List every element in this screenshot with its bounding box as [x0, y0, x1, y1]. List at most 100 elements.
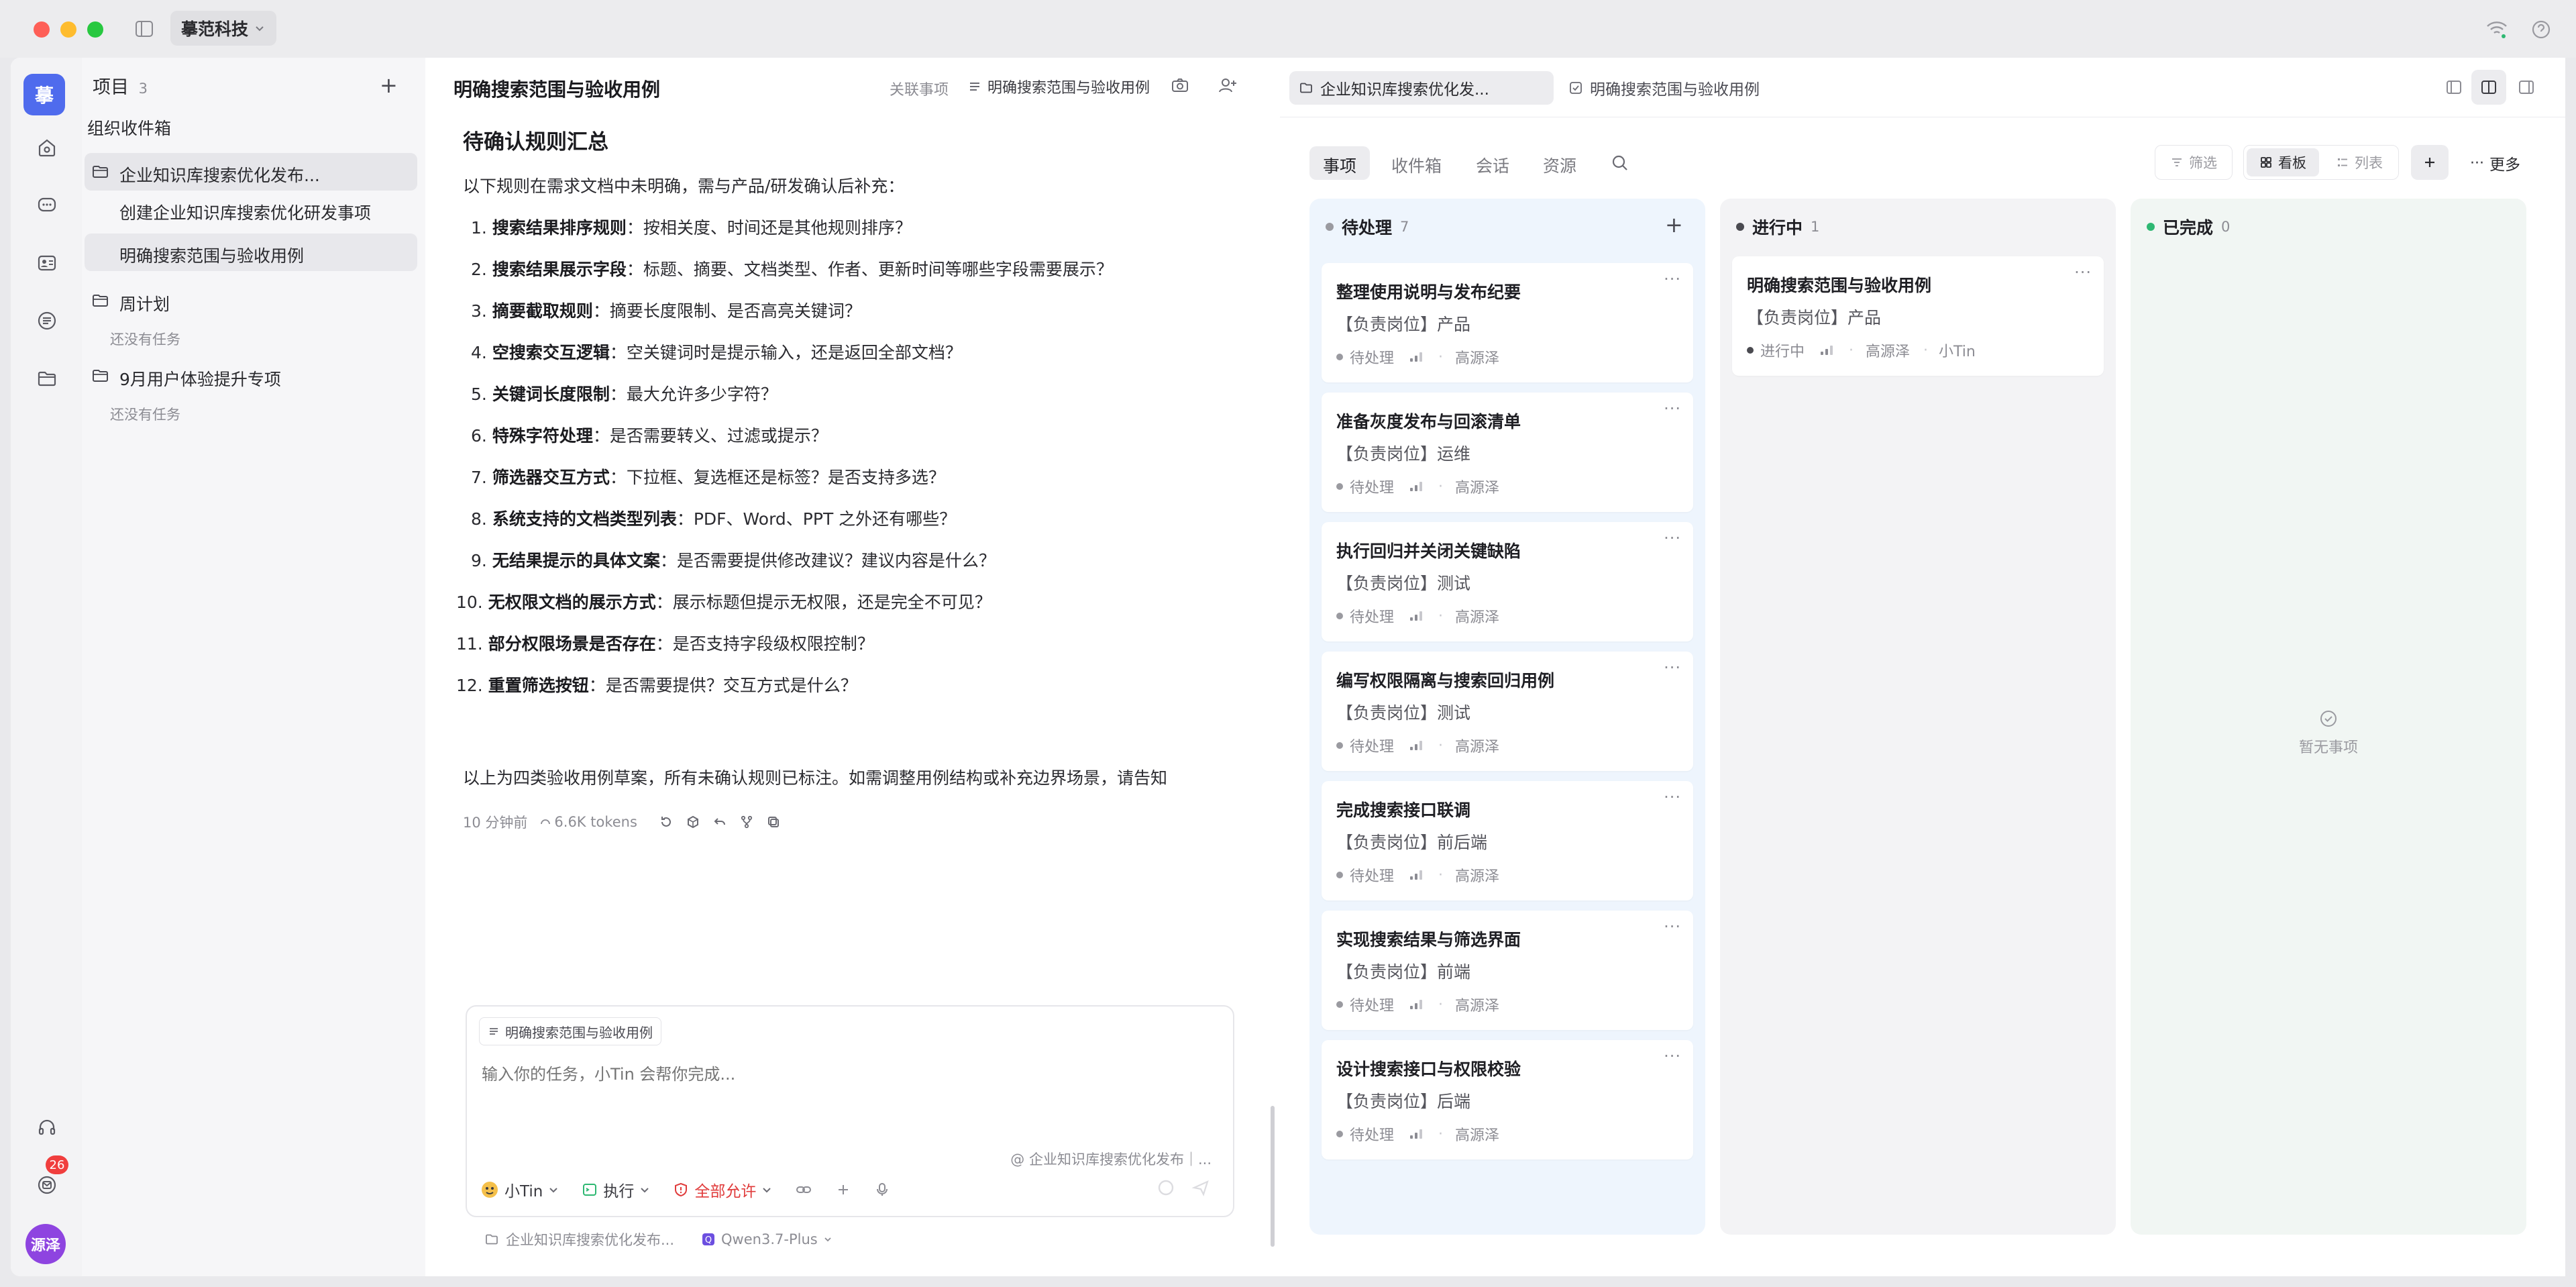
view-list-button[interactable]: 列表: [2323, 148, 2396, 176]
rule-title: 部分权限场景是否存在: [488, 634, 656, 654]
help-icon[interactable]: [2530, 19, 2552, 40]
loading-icon: [1157, 1178, 1175, 1197]
status-dot: [1336, 742, 1343, 749]
card-more-icon[interactable]: ···: [1664, 399, 1681, 418]
permission-select[interactable]: 全部允许: [673, 1178, 772, 1201]
empty-hint: 还没有任务: [110, 407, 180, 423]
task-card[interactable]: 完成搜索接口联调 【负责岗位】前后端 待处理 · 高源泽 ···: [1322, 781, 1693, 900]
maximize-window-button[interactable]: [87, 21, 103, 38]
send-icon[interactable]: [1191, 1178, 1210, 1197]
workspace-avatar[interactable]: 摹: [23, 74, 65, 115]
task-card[interactable]: 设计搜索接口与权限校验 【负责岗位】后端 待处理 · 高源泽 ···: [1322, 1040, 1693, 1160]
related-item-link[interactable]: 明确搜索范围与验收用例: [967, 75, 1150, 98]
mail-icon[interactable]: [36, 1174, 58, 1196]
card-meta: 待处理 · 高源泽: [1336, 735, 1499, 756]
microphone-icon[interactable]: [874, 1182, 890, 1198]
add-item-button[interactable]: [2411, 145, 2449, 180]
project-label[interactable]: 9月用户体验提升专项: [119, 366, 281, 391]
card-title: 编写权限隔离与搜索回归用例: [1336, 671, 1555, 690]
contacts-icon[interactable]: [36, 252, 58, 274]
task-card[interactable]: 编写权限隔离与搜索回归用例 【负责岗位】测试 待处理 · 高源泽 ···: [1322, 652, 1693, 771]
card-status: 待处理: [1350, 998, 1395, 1015]
task-card[interactable]: 执行回归并关闭关键缺陷 【负责岗位】测试 待处理 · 高源泽 ···: [1322, 522, 1693, 641]
card-more-icon[interactable]: ···: [1664, 917, 1681, 936]
doc-tab-task[interactable]: 明确搜索范围与验收用例: [1568, 71, 1760, 105]
task-input[interactable]: [480, 1060, 1221, 1088]
rule-title: 关键词长度限制: [492, 384, 610, 404]
card-role: 【负责岗位】产品: [1336, 315, 1471, 334]
rule-text: ：最大允许多少字符？: [609, 384, 777, 404]
panel-right-icon[interactable]: [2517, 78, 2536, 97]
model-selector[interactable]: Q Qwen3.7-Plus: [701, 1231, 833, 1247]
card-more-icon[interactable]: ···: [1664, 529, 1681, 548]
add-member-icon[interactable]: [1217, 75, 1238, 95]
copy-icon[interactable]: [766, 815, 781, 829]
search-icon[interactable]: [1610, 153, 1630, 173]
rule-item: 1. 搜索结果排序规则：按相关度、时间还是其他规则排序？: [471, 215, 912, 239]
more-label: 更多: [2489, 156, 2520, 174]
card-more-icon[interactable]: ···: [1664, 270, 1681, 289]
tab-inbox[interactable]: 收件箱: [1391, 153, 1442, 177]
mention-scope[interactable]: @ 企业知识库搜索优化发布｜...: [1010, 1149, 1212, 1169]
workspace-switcher[interactable]: 摹范科技: [170, 11, 277, 46]
split-view-icon: [2479, 78, 2498, 97]
task-card[interactable]: 准备灰度发布与回滚清单 【负责岗位】运维 待处理 · 高源泽 ···: [1322, 393, 1693, 512]
agent-select[interactable]: 小Tin: [480, 1178, 559, 1201]
undo-icon[interactable]: [712, 815, 727, 829]
camera-icon[interactable]: [1170, 75, 1190, 95]
plus-icon[interactable]: [835, 1182, 851, 1198]
tab-sessions[interactable]: 会话: [1476, 153, 1509, 177]
card-meta: 待处理 · 高源泽: [1336, 476, 1499, 497]
chat-scrollbar[interactable]: [1271, 1106, 1275, 1247]
card-more-icon[interactable]: ···: [1664, 788, 1681, 807]
priority-icon: [1410, 999, 1423, 1009]
message-heading: 待确认规则汇总: [463, 130, 608, 154]
mode-select[interactable]: 执行: [582, 1178, 650, 1201]
tab-resources[interactable]: 资源: [1543, 153, 1576, 177]
folder-selector[interactable]: 企业知识库搜索优化发布...: [484, 1229, 674, 1249]
card-meta: 待处理 · 高源泽: [1336, 864, 1499, 886]
card-owner: 高源泽: [1455, 480, 1500, 497]
task-card[interactable]: 实现搜索结果与筛选界面 【负责岗位】前端 待处理 · 高源泽 ···: [1322, 911, 1693, 1030]
chevron-down-icon: [761, 1184, 772, 1195]
user-avatar[interactable]: 源泽: [25, 1224, 66, 1264]
minimize-window-button[interactable]: [60, 21, 76, 38]
more-button[interactable]: ··· 更多: [2470, 152, 2520, 174]
rule-item: 12. 重置筛选按钮：是否需要提供？交互方式是什么？: [456, 672, 857, 697]
rule-item: 2. 搜索结果展示字段：标题、摘要、文档类型、作者、更新时间等哪些字段需要展示？: [471, 256, 1113, 280]
rule-number: 6.: [471, 426, 487, 446]
panel-left-icon[interactable]: [2445, 78, 2463, 97]
card-more-icon[interactable]: ···: [1664, 658, 1681, 677]
card-meta: 待处理 · 高源泽: [1336, 994, 1499, 1015]
project-label[interactable]: 周计划: [119, 291, 170, 315]
task-card[interactable]: 明确搜索范围与验收用例 【负责岗位】产品 进行中 · 高源泽 · 小Tin ···: [1732, 256, 2104, 376]
close-window-button[interactable]: [34, 21, 50, 38]
context-chip[interactable]: 明确搜索范围与验收用例: [479, 1017, 661, 1045]
branch-icon[interactable]: [739, 815, 754, 829]
sidebar-item-task[interactable]: 创建企业知识库搜索优化研发事项: [119, 200, 371, 224]
tasks-icon[interactable]: [36, 310, 58, 331]
headset-icon[interactable]: [36, 1117, 58, 1138]
retry-icon[interactable]: [659, 815, 674, 829]
card-more-icon[interactable]: ···: [1664, 1047, 1681, 1066]
sidebar-toggle-icon[interactable]: [134, 19, 154, 39]
filter-button[interactable]: 筛选: [2155, 145, 2233, 180]
org-inbox[interactable]: 组织收件箱: [87, 115, 171, 140]
home-icon[interactable]: [36, 137, 58, 158]
card-more-icon[interactable]: ···: [2074, 263, 2092, 282]
cube-icon[interactable]: [686, 815, 700, 829]
task-card[interactable]: 整理使用说明与发布纪要 【负责岗位】产品 待处理 · 高源泽 ···: [1322, 263, 1693, 382]
column-count: 7: [1400, 219, 1409, 235]
rule-text: ：空关键词时是提示输入，还是返回全部文档？: [609, 343, 962, 362]
rule-number: 4.: [471, 343, 487, 362]
model-icon: Q: [701, 1232, 716, 1247]
folder-icon[interactable]: [36, 368, 58, 389]
chat-icon[interactable]: [36, 195, 58, 216]
shield-icon: [673, 1182, 689, 1198]
doc-tab-project[interactable]: 企业知识库搜索优化发...: [1289, 71, 1554, 105]
add-card-button[interactable]: +: [1665, 212, 1683, 238]
add-project-button[interactable]: +: [380, 72, 398, 98]
link-icon[interactable]: [795, 1181, 812, 1198]
view-board-button[interactable]: 看板: [2247, 148, 2319, 176]
tab-items[interactable]: 事项: [1323, 153, 1356, 177]
